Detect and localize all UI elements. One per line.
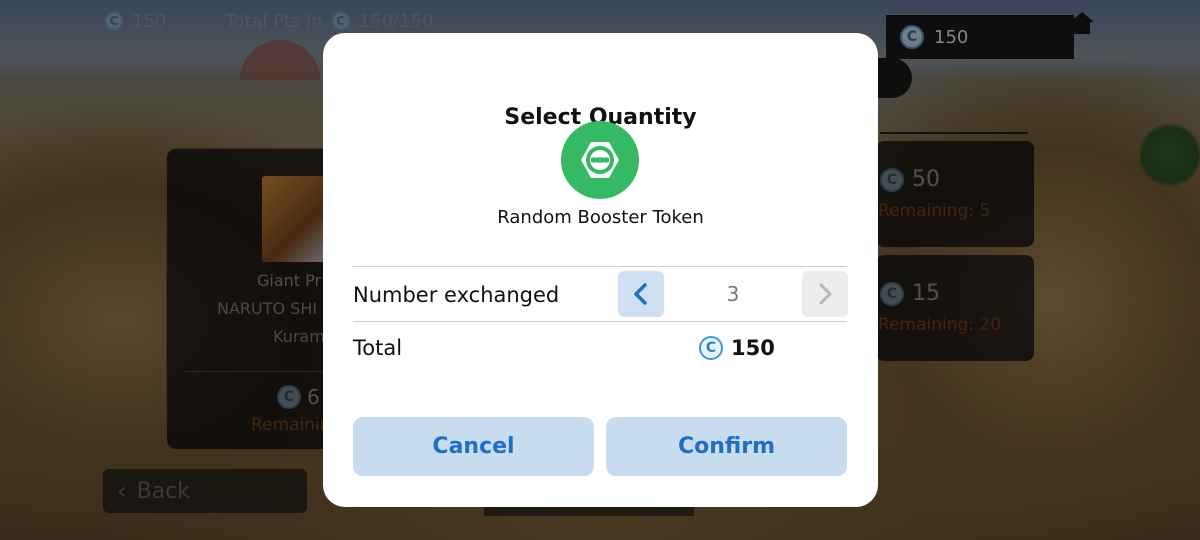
item-name: Random Booster Token xyxy=(497,207,704,228)
quantity-value: 3 xyxy=(726,282,740,306)
select-quantity-dialog: Select Quantity Random Booster Token Num… xyxy=(323,33,878,507)
coin-icon: C xyxy=(699,336,723,360)
total-value: 150 xyxy=(731,336,775,360)
divider xyxy=(353,266,847,267)
divider xyxy=(353,321,847,322)
confirm-button[interactable]: Confirm xyxy=(606,417,847,476)
token-icon xyxy=(561,121,639,199)
decrement-button[interactable] xyxy=(618,271,664,317)
total-label: Total xyxy=(353,336,403,360)
total-cost: C 150 xyxy=(699,336,775,360)
cancel-button[interactable]: Cancel xyxy=(353,417,594,476)
number-exchanged-label: Number exchanged xyxy=(353,283,560,307)
increment-button[interactable] xyxy=(802,271,848,317)
chevron-right-icon xyxy=(819,283,832,305)
chevron-left-icon xyxy=(634,283,647,305)
